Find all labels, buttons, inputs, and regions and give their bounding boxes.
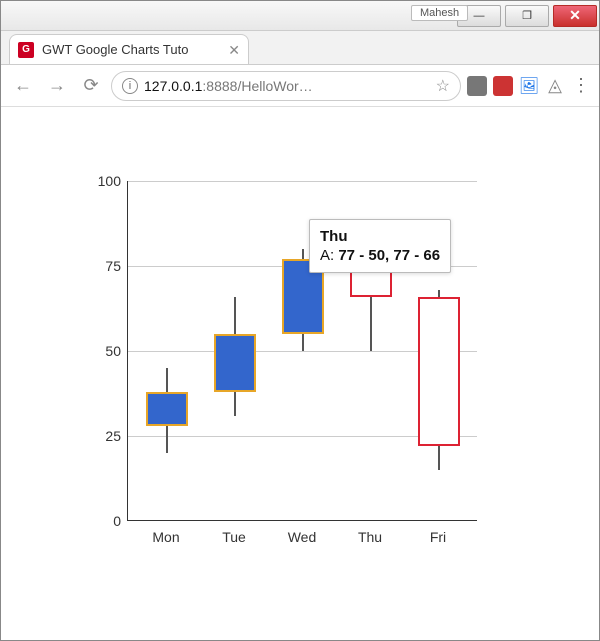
- tooltip-category: Thu: [320, 228, 348, 245]
- tooltip-series-prefix: A:: [320, 247, 338, 264]
- site-info-icon[interactable]: i: [122, 78, 138, 94]
- address-bar-row: ← → ⟳ i 127.0.0.1:8888/HelloWor… ☆ 🖼 ◬ ⋮: [1, 65, 599, 107]
- window-titlebar: Mahesh — ❐ ✕: [1, 1, 599, 31]
- y-axis-tick: 0: [81, 513, 121, 529]
- url-text: 127.0.0.1:8888/HelloWor…: [144, 78, 430, 94]
- chart-tooltip: Thu A: 77 - 50, 77 - 66: [309, 219, 451, 273]
- y-axis-tick: 75: [81, 258, 121, 274]
- y-axis-tick: 50: [81, 343, 121, 359]
- chrome-menu-icon[interactable]: ⋮: [571, 75, 591, 96]
- candle-tue[interactable]: [206, 181, 264, 520]
- x-axis-label: Wed: [273, 529, 331, 545]
- tab-close-icon[interactable]: ✕: [228, 42, 240, 59]
- back-button[interactable]: ←: [9, 72, 37, 100]
- maximize-button[interactable]: ❐: [505, 5, 549, 27]
- address-bar[interactable]: i 127.0.0.1:8888/HelloWor… ☆: [111, 71, 461, 101]
- page-content: 0 25 50 75 100 Mon Tue Wed Thu Fri Thu A: 77 - 5…: [1, 107, 599, 640]
- candle-mon[interactable]: [138, 181, 196, 520]
- tab-favicon-icon: G: [18, 42, 34, 58]
- browser-tab[interactable]: G GWT Google Charts Tuto ✕: [9, 34, 249, 64]
- tooltip-values: 77 - 50, 77 - 66: [338, 247, 440, 264]
- extension-picture-icon[interactable]: 🖼: [519, 76, 539, 96]
- x-axis-label: Tue: [205, 529, 263, 545]
- y-axis-tick: 25: [81, 428, 121, 444]
- candlestick-chart: 0255075100 MonTueWedThuFri Thu A: 77 - 5…: [45, 181, 485, 611]
- tab-strip: G GWT Google Charts Tuto ✕: [1, 31, 599, 65]
- close-window-button[interactable]: ✕: [553, 5, 597, 27]
- x-axis-label: Mon: [137, 529, 195, 545]
- extension-drive-icon[interactable]: ◬: [545, 76, 565, 96]
- bookmark-star-icon[interactable]: ☆: [436, 76, 450, 96]
- x-axis-label: Thu: [341, 529, 399, 545]
- extension-book-icon[interactable]: [493, 76, 513, 96]
- tab-title: GWT Google Charts Tuto: [42, 42, 188, 57]
- candle-body: [418, 297, 460, 447]
- extension-icon[interactable]: [467, 76, 487, 96]
- user-profile-tag[interactable]: Mahesh: [411, 5, 468, 21]
- y-axis-tick: 100: [81, 173, 121, 189]
- candle-body: [146, 392, 188, 426]
- forward-button[interactable]: →: [43, 72, 71, 100]
- candle-body: [214, 334, 256, 392]
- x-axis-label: Fri: [409, 529, 467, 545]
- reload-button[interactable]: ⟳: [77, 72, 105, 100]
